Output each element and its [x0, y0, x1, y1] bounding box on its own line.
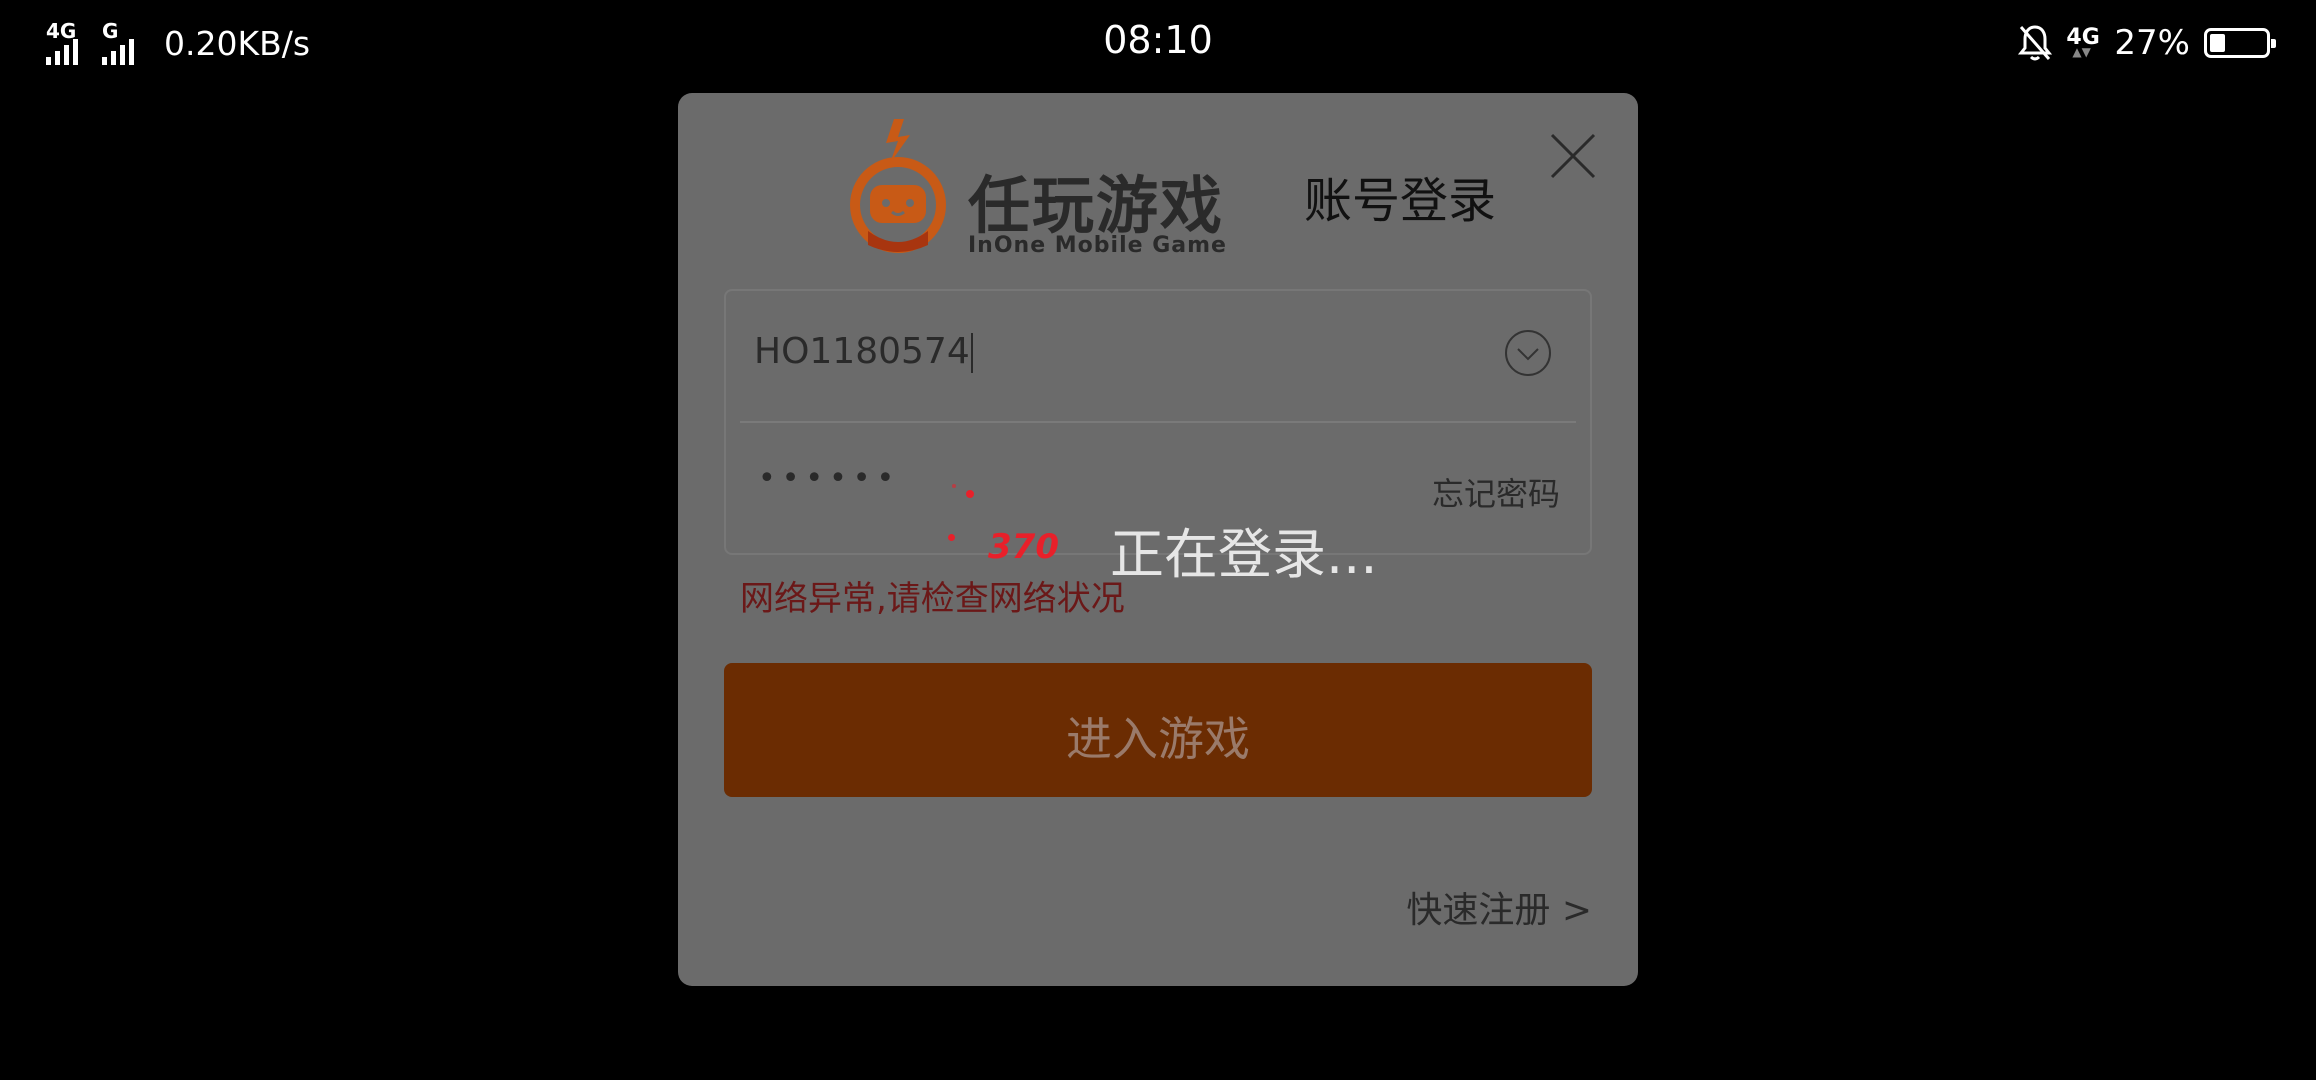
- battery-icon: [2204, 28, 2276, 58]
- notifications-off-icon: [2018, 25, 2053, 61]
- battery-percent: 27%: [2114, 23, 2190, 63]
- mobile-data-icon: 4G ▲▼: [2066, 25, 2100, 59]
- enter-game-label: 进入游戏: [1066, 712, 1250, 766]
- spinner-dot: [966, 490, 974, 498]
- spinner-dot: [948, 534, 955, 541]
- chevron-down-icon[interactable]: [1504, 329, 1552, 377]
- loading-message: 正在登录...: [1110, 523, 1378, 586]
- brand-name: 任玩游戏: [968, 169, 1225, 242]
- brand-subtitle: InOne Mobile Game: [968, 233, 1227, 258]
- loading-brand-icon: 370: [988, 527, 1059, 566]
- dialog-title: 账号登录: [1304, 173, 1497, 229]
- field-divider: [740, 421, 1576, 423]
- password-input[interactable]: ••••••: [758, 461, 900, 496]
- text-caret: [970, 333, 973, 373]
- account-input[interactable]: HO1180574: [754, 331, 973, 373]
- enter-game-button[interactable]: 进入游戏: [724, 663, 1592, 797]
- loading-logo-text: 370: [988, 527, 1059, 566]
- loading-overlay: 370 正在登录...: [938, 480, 1398, 590]
- account-value: HO1180574: [754, 331, 970, 372]
- status-time: 08:10: [1103, 18, 1213, 62]
- close-icon[interactable]: [1548, 131, 1598, 181]
- status-right: 4G ▲▼ 27%: [2018, 18, 2276, 68]
- status-bar: 4G G 0.20KB/s 08:10 4G ▲▼ 27%: [0, 0, 2316, 86]
- spinner-dot: [952, 484, 956, 488]
- forgot-password-link[interactable]: 忘记密码: [1432, 469, 1560, 515]
- quick-register-link[interactable]: 快速注册 >: [1406, 881, 1592, 933]
